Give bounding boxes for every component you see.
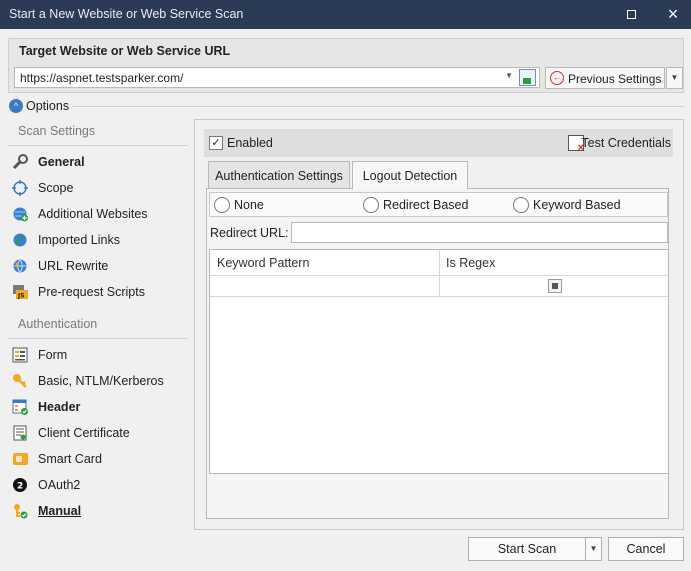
sidebar-item-label: Scope	[38, 181, 74, 195]
divider	[8, 145, 188, 146]
sidebar-item-form[interactable]: Form	[12, 345, 188, 365]
target-url-panel: Target Website or Web Service URL https:…	[8, 38, 684, 93]
is-regex-checkbox[interactable]	[548, 279, 562, 293]
test-credentials-button[interactable]: Test Credentials	[581, 136, 671, 150]
target-url-value: https://aspnet.testsparker.com/	[20, 71, 184, 85]
scan-settings-title: Scan Settings	[18, 124, 96, 138]
sidebar-item-smart-card[interactable]: Smart Card	[12, 449, 188, 469]
divider	[8, 338, 188, 339]
options-label: Options	[26, 99, 70, 113]
target-url-header: Target Website or Web Service URL	[19, 44, 231, 58]
globe-plus-icon	[13, 207, 28, 222]
sidebar-item-pre-request-scripts[interactable]: JS Pre-request Scripts	[12, 282, 188, 302]
logout-detection-body: None Redirect Based Keyword Based Redire…	[206, 188, 669, 519]
certificate-icon	[13, 425, 27, 441]
sidebar-item-label: Header	[38, 400, 81, 414]
sidebar-item-label: Additional Websites	[38, 207, 148, 221]
radio-keyword-based[interactable]: Keyword Based	[513, 197, 633, 213]
smart-card-icon	[13, 453, 28, 465]
sidebar-item-label: Form	[38, 348, 68, 362]
sidebar-item-label: Manual	[38, 504, 82, 518]
sidebar-item-label: Basic, NTLM/Kerberos	[38, 374, 164, 388]
radio-button[interactable]	[513, 197, 529, 213]
manual-icon	[14, 504, 28, 519]
sidebar-item-scope[interactable]: Scope	[12, 178, 188, 198]
radio-label: None	[234, 198, 264, 212]
close-button[interactable]: ×	[661, 3, 685, 25]
chevron-up-icon[interactable]: ^	[9, 99, 23, 113]
column-header-is-regex[interactable]: Is Regex	[446, 256, 495, 270]
sidebar-item-label: General	[38, 155, 85, 169]
sidebar-item-url-rewrite[interactable]: URL Rewrite	[12, 256, 188, 276]
maximize-icon	[626, 10, 636, 19]
globe-icon	[13, 259, 27, 273]
title-bar[interactable]: Start a New Website or Web Service Scan …	[0, 0, 691, 29]
redirect-url-label: Redirect URL:	[210, 226, 289, 240]
sidebar-item-basic-ntlm-kerberos[interactable]: Basic, NTLM/Kerberos	[12, 371, 188, 391]
previous-settings-label: Previous Settings	[568, 72, 662, 86]
previous-settings-button[interactable]: ← Previous Settings	[545, 67, 665, 89]
enabled-label[interactable]: Enabled	[227, 136, 273, 150]
sidebar-item-additional-websites[interactable]: Additional Websites	[12, 204, 188, 224]
target-icon	[12, 180, 28, 196]
open-url-icon[interactable]	[519, 69, 536, 86]
options-toggle[interactable]: ^ Options	[8, 98, 684, 116]
radio-button[interactable]	[363, 197, 379, 213]
radio-label: Keyword Based	[533, 198, 621, 212]
keyword-grid: Keyword Pattern Is Regex	[209, 249, 669, 474]
sidebar-item-general[interactable]: General	[12, 152, 188, 172]
start-scan-button[interactable]: Start Scan	[468, 537, 586, 561]
logout-detection-mode-group: None Redirect Based Keyword Based	[209, 192, 668, 217]
start-scan-dropdown[interactable]: ▼	[585, 537, 602, 561]
header-icon	[12, 399, 28, 415]
radio-label: Redirect Based	[383, 198, 469, 212]
authentication-panel: ✓ Enabled Test Credentials Authenticatio…	[194, 119, 684, 530]
svg-text:JS: JS	[17, 293, 25, 300]
sidebar-item-label: Client Certificate	[38, 426, 130, 440]
previous-settings-dropdown[interactable]: ▼	[666, 67, 683, 89]
sidebar-item-manual[interactable]: Manual	[12, 501, 188, 521]
sidebar-item-label: URL Rewrite	[38, 259, 109, 273]
enabled-bar: ✓ Enabled Test Credentials	[204, 129, 673, 157]
sidebar-item-label: Imported Links	[38, 233, 120, 247]
radio-none[interactable]: None	[214, 197, 284, 213]
maximize-button[interactable]	[619, 3, 643, 25]
link-icon	[13, 233, 27, 247]
sidebar-item-imported-links[interactable]: Imported Links	[12, 230, 188, 250]
svg-text:2: 2	[17, 482, 23, 492]
settings-sidebar: Scan Settings General Scope Additional W…	[0, 118, 192, 528]
back-arrow-icon: ←	[550, 71, 564, 85]
column-header-keyword-pattern[interactable]: Keyword Pattern	[217, 256, 309, 270]
redirect-url-input[interactable]	[291, 222, 668, 243]
sidebar-item-label: OAuth2	[38, 478, 81, 492]
table-row[interactable]	[210, 276, 668, 297]
sidebar-item-label: Pre-request Scripts	[38, 285, 145, 299]
enabled-checkbox[interactable]: ✓	[209, 136, 223, 150]
sidebar-item-client-certificate[interactable]: Client Certificate	[12, 423, 188, 443]
oauth2-icon: 2	[13, 478, 27, 492]
sidebar-item-oauth2[interactable]: 2 OAuth2	[12, 475, 188, 495]
authentication-title: Authentication	[18, 317, 98, 331]
sidebar-item-header[interactable]: Header	[12, 397, 188, 417]
wrench-icon	[12, 154, 28, 170]
tab-authentication-settings[interactable]: Authentication Settings	[208, 161, 350, 189]
window-title: Start a New Website or Web Service Scan	[9, 7, 244, 21]
sidebar-item-label: Smart Card	[38, 452, 102, 466]
options-divider	[72, 106, 684, 107]
cancel-button[interactable]: Cancel	[608, 537, 684, 561]
chevron-down-icon[interactable]: ▼	[505, 71, 513, 80]
form-icon	[12, 347, 28, 363]
js-script-icon: JS	[13, 285, 28, 300]
radio-redirect-based[interactable]: Redirect Based	[363, 197, 483, 213]
target-url-input[interactable]: https://aspnet.testsparker.com/ ▼	[14, 67, 540, 88]
radio-button[interactable]	[214, 197, 230, 213]
tab-logout-detection[interactable]: Logout Detection	[352, 161, 468, 190]
key-icon	[13, 374, 27, 388]
